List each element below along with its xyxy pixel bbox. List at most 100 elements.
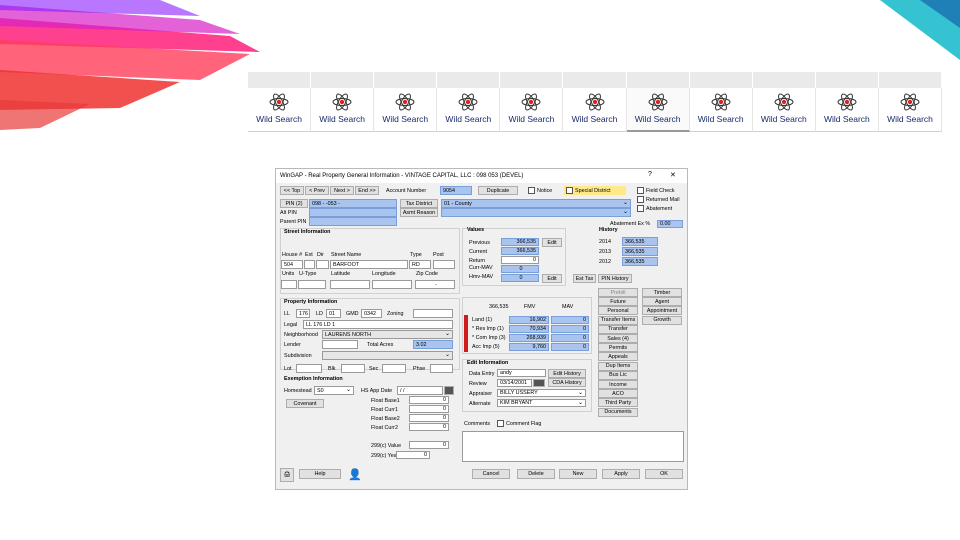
comments-textarea[interactable] <box>462 431 684 462</box>
tax-district-select[interactable]: 01 - County <box>441 199 631 208</box>
neighborhood-select[interactable]: LAURENS NORTH <box>322 330 453 339</box>
print-icon[interactable]: 🖨 <box>280 468 294 482</box>
units-field[interactable] <box>281 280 297 289</box>
covenant-button[interactable]: Covenant <box>286 399 324 408</box>
blk-field[interactable] <box>341 364 365 373</box>
side-button[interactable]: Bus Lic <box>598 370 638 380</box>
side-button[interactable]: Prebill <box>598 288 638 297</box>
return-value[interactable]: 0 <box>501 256 539 264</box>
side-button[interactable]: Appeals <box>598 352 638 362</box>
tax-district-button[interactable]: Tax District <box>400 199 438 208</box>
dir-field[interactable] <box>316 260 329 269</box>
float-base1-field[interactable]: 0 <box>409 396 449 404</box>
wild-search-tab[interactable]: Wild Search <box>311 88 375 132</box>
prev-button[interactable]: < Prev <box>305 186 329 195</box>
calendar-icon[interactable] <box>444 386 454 395</box>
house-number-field[interactable]: 504 <box>281 260 303 269</box>
alternate-select[interactable]: KIM BRYANT <box>497 399 586 407</box>
sec-field[interactable] <box>382 364 406 373</box>
values-edit2-button[interactable]: Edit <box>542 274 562 283</box>
lender-field[interactable] <box>322 340 358 349</box>
side-button[interactable]: Future <box>598 297 638 307</box>
zoning-field[interactable] <box>413 309 453 318</box>
review-field[interactable]: 03/14/2001 <box>497 379 532 387</box>
far-side-button[interactable]: Timber <box>642 288 682 297</box>
data-entry-field[interactable]: andy <box>497 369 546 377</box>
asmt-reason-button[interactable]: Asmt Reason <box>400 208 438 217</box>
longitude-field[interactable] <box>372 280 412 289</box>
latitude-field[interactable] <box>330 280 370 289</box>
ok-button[interactable]: OK <box>645 469 683 479</box>
notice-checkbox[interactable] <box>528 187 535 194</box>
pin-field[interactable]: 098 - -053 - <box>309 199 397 208</box>
delete-button[interactable]: Delete <box>517 469 555 479</box>
new-button[interactable]: New <box>559 469 597 479</box>
far-side-button[interactable]: Appointment <box>642 306 682 316</box>
float-base2-field[interactable]: 0 <box>409 414 449 422</box>
side-button[interactable]: Permits <box>598 343 638 353</box>
field-check-checkbox[interactable] <box>637 187 644 194</box>
top-button[interactable]: << Top <box>280 186 304 195</box>
legal-field[interactable]: LL 176 LD 1 <box>303 320 453 329</box>
hs-app-date-field[interactable]: / / <box>397 386 443 395</box>
ll-field[interactable]: 176 <box>296 309 310 318</box>
v299c-field[interactable]: 0 <box>409 441 449 449</box>
asmt-reason-select[interactable] <box>441 208 631 217</box>
edit-history-button[interactable]: Edit History <box>548 369 586 378</box>
float-curr1-field[interactable]: 0 <box>409 405 449 413</box>
homestead-select[interactable]: S0 <box>314 386 354 395</box>
wild-search-tab[interactable]: Wild Search <box>815 88 879 132</box>
float-curr2-field[interactable]: 0 <box>409 423 449 431</box>
lot-field[interactable] <box>296 364 322 373</box>
zip-code-field[interactable]: - <box>415 280 455 289</box>
street-type-field[interactable]: RD <box>409 260 431 269</box>
close-icon[interactable]: ✕ <box>670 171 676 179</box>
pin-history-button[interactable]: PIN History <box>598 274 632 283</box>
wild-search-tab[interactable]: Wild Search <box>248 88 312 132</box>
parent-pin-field[interactable] <box>309 217 397 226</box>
wild-search-tab[interactable]: Wild Search <box>626 88 690 132</box>
cda-history-button[interactable]: CDA History <box>548 378 586 387</box>
far-side-button[interactable]: Agent <box>642 297 682 307</box>
pin-button[interactable]: PIN (2) <box>280 199 308 208</box>
wild-search-tab[interactable]: Wild Search <box>374 88 438 132</box>
side-button[interactable]: Documents <box>598 407 638 417</box>
apply-button[interactable]: Apply <box>602 469 640 479</box>
wild-search-tab[interactable]: Wild Search <box>689 88 753 132</box>
duplicate-button[interactable]: Duplicate <box>478 186 518 195</box>
wild-search-tab[interactable]: Wild Search <box>563 88 627 132</box>
side-button[interactable]: Transfer <box>598 324 638 334</box>
side-button[interactable]: Transfer Items <box>598 315 638 325</box>
wild-search-tab[interactable]: Wild Search <box>500 88 564 132</box>
ld-field[interactable]: 01 <box>326 309 341 318</box>
review-calendar-icon[interactable] <box>533 379 545 387</box>
utype-field[interactable] <box>298 280 326 289</box>
returned-mail-checkbox[interactable] <box>637 196 644 203</box>
help-icon[interactable]: ? <box>648 171 652 178</box>
appraiser-select[interactable]: BILLY USSERY <box>497 389 586 397</box>
person-icon[interactable]: 👤 <box>347 466 363 482</box>
comment-flag-checkbox[interactable] <box>497 420 504 427</box>
cancel-button[interactable]: Cancel <box>472 469 510 479</box>
values-edit-button[interactable]: Edit <box>542 238 562 247</box>
far-side-button[interactable]: Growth <box>642 315 682 325</box>
help-button[interactable]: Help <box>299 469 341 479</box>
subdivision-select[interactable] <box>322 351 453 360</box>
side-button[interactable]: Sales (4) <box>598 334 638 343</box>
side-button[interactable]: Third Party <box>598 398 638 408</box>
wild-search-tab[interactable]: Wild Search <box>752 88 816 132</box>
phse-field[interactable] <box>430 364 453 373</box>
est-tax-button[interactable]: Est Tax <box>573 274 596 283</box>
y299c-field[interactable]: 0 <box>396 451 430 459</box>
end-button[interactable]: End >> <box>355 186 379 195</box>
post-field[interactable] <box>433 260 455 269</box>
street-name-field[interactable]: BARFOOT <box>330 260 408 269</box>
gmd-field[interactable]: 0342 <box>361 309 382 318</box>
alt-pin-field[interactable] <box>309 208 397 217</box>
next-button[interactable]: Next > <box>330 186 354 195</box>
side-button[interactable]: Personal <box>598 306 638 316</box>
wild-search-tab[interactable]: Wild Search <box>437 88 501 132</box>
ext-field[interactable] <box>304 260 315 269</box>
wild-search-tab[interactable]: Wild Search <box>878 88 943 132</box>
account-number-field[interactable]: 9054 <box>440 186 472 195</box>
